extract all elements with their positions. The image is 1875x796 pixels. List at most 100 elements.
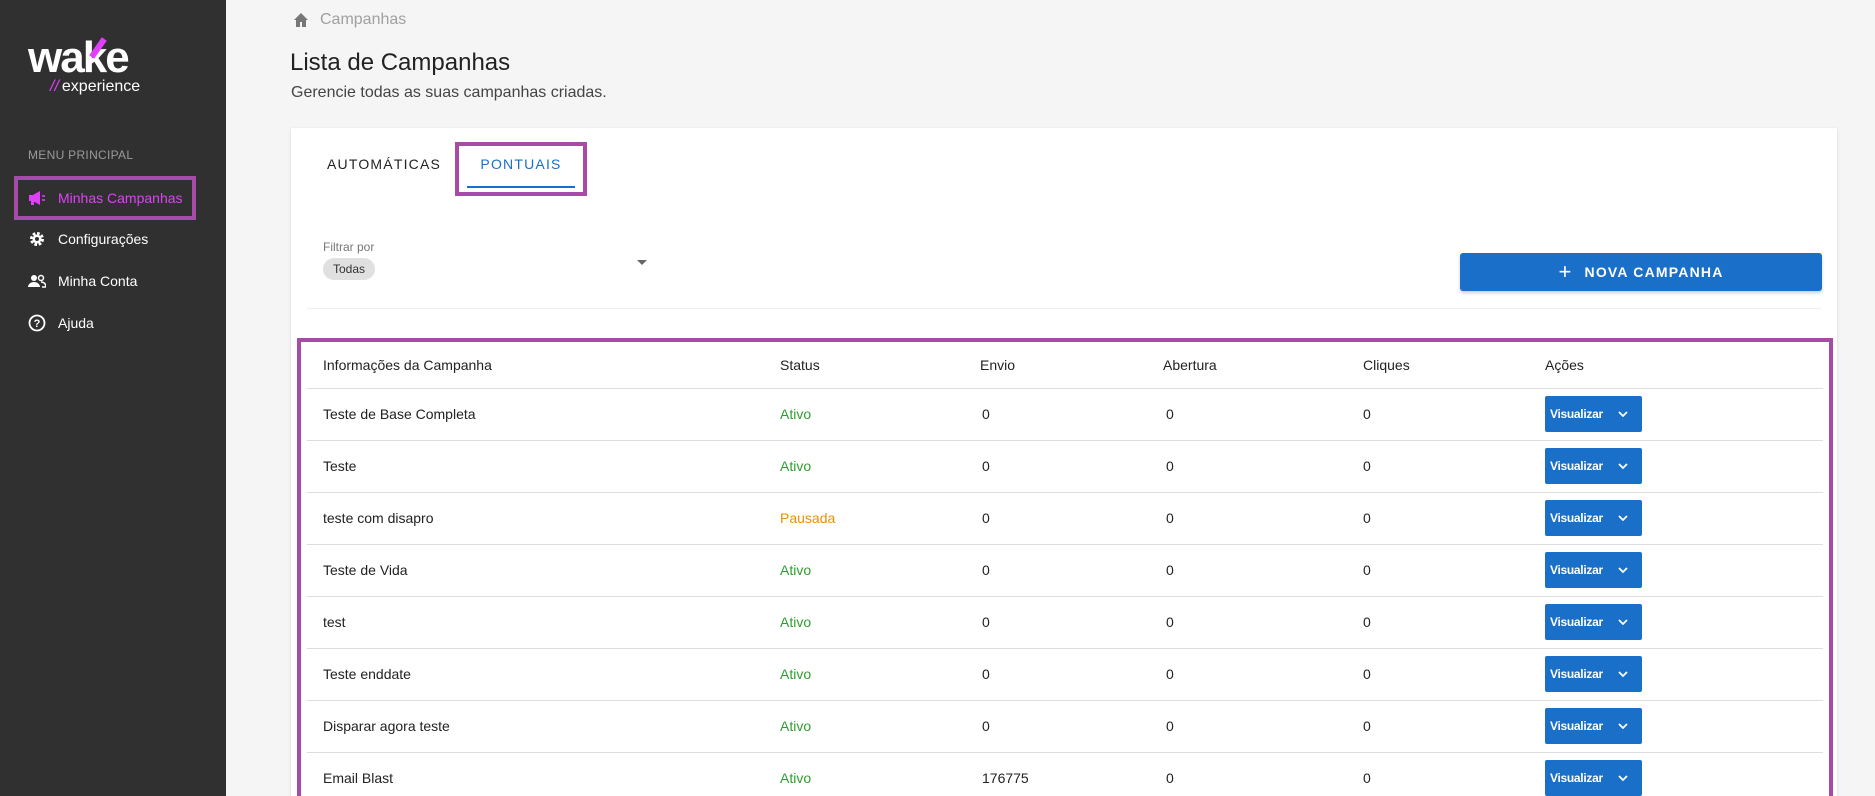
actions-cell: Visualizar (1545, 388, 1823, 441)
sidebar-item-ajuda[interactable]: ? Ajuda (14, 302, 196, 344)
col-header-abertura[interactable]: Abertura (1163, 342, 1363, 389)
campaign-name[interactable]: Disparar agora teste (307, 700, 780, 753)
envio-value: 0 (980, 596, 1163, 649)
chevron-down-icon[interactable] (1617, 512, 1629, 524)
home-icon (292, 11, 310, 29)
chevron-down-icon[interactable] (1617, 668, 1629, 680)
cliques-value: 0 (1363, 388, 1545, 441)
view-button-label: Visualizar (1550, 667, 1603, 681)
actions-cell: Visualizar (1545, 492, 1823, 545)
campaign-name[interactable]: teste com disapro (307, 492, 780, 545)
envio-value: 0 (980, 544, 1163, 597)
campaigns-table-container[interactable]: Informações da Campanha Status Envio Abe… (297, 338, 1833, 796)
table-row: Teste de Vida Ativo 0 0 0 Visualizar (307, 544, 1823, 597)
breadcrumb-label: Campanhas (320, 11, 407, 28)
table-row: Disparar agora teste Ativo 0 0 0 Visualizar (307, 700, 1823, 753)
cliques-value: 0 (1363, 596, 1545, 649)
actions-cell: Visualizar (1545, 596, 1823, 649)
table-row: Teste Ativo 0 0 0 Visualizar (307, 440, 1823, 493)
filter-select[interactable]: Filtrar por Todas (323, 240, 647, 284)
view-button[interactable]: Visualizar (1545, 760, 1642, 796)
col-header-acoes: Ações (1545, 342, 1823, 389)
tab-automaticas[interactable]: AUTOMÁTICAS (315, 148, 455, 190)
sidebar-item-configuracoes[interactable]: Configurações (14, 218, 196, 260)
cliques-value: 0 (1363, 440, 1545, 493)
actions-cell: Visualizar (1545, 752, 1823, 796)
sidebar-item-label: Minha Conta (58, 273, 138, 289)
table-row: Email Blast Ativo 176775 0 0 Visualizar (307, 752, 1823, 796)
view-button[interactable]: Visualizar (1545, 448, 1642, 484)
table-header-row: Informações da Campanha Status Envio Abe… (307, 342, 1823, 389)
breadcrumb[interactable]: Campanhas (292, 11, 406, 29)
envio-value: 0 (980, 388, 1163, 441)
sidebar-item-minhas-campanhas[interactable]: Minhas Campanhas (14, 176, 196, 220)
view-button-label: Visualizar (1550, 771, 1603, 785)
table-row: Teste de Base Completa Ativo 0 0 0 Visualizar (307, 388, 1823, 441)
caret-down-icon[interactable] (637, 260, 647, 265)
abertura-value: 0 (1163, 648, 1363, 701)
abertura-value: 0 (1163, 440, 1363, 493)
campaign-name[interactable]: Teste enddate (307, 648, 780, 701)
abertura-value: 0 (1163, 544, 1363, 597)
sidebar-item-minha-conta[interactable]: Minha Conta (14, 260, 196, 302)
campaign-name[interactable]: Email Blast (307, 752, 780, 796)
tab-pontuais[interactable]: PONTUAIS (455, 142, 587, 196)
status-text: Pausada (780, 492, 980, 545)
status-text: Ativo (780, 596, 980, 649)
sidebar-item-label: Ajuda (58, 315, 94, 331)
envio-value: 0 (980, 648, 1163, 701)
col-header-info[interactable]: Informações da Campanha (307, 342, 780, 389)
chevron-down-icon[interactable] (1617, 408, 1629, 420)
page-title: Lista de Campanhas (290, 49, 511, 76)
status-text: Ativo (780, 388, 980, 441)
people-icon (28, 272, 46, 290)
actions-cell: Visualizar (1545, 544, 1823, 597)
col-header-status[interactable]: Status (780, 342, 980, 389)
chevron-down-icon[interactable] (1617, 772, 1629, 784)
svg-text:?: ? (34, 318, 41, 330)
actions-cell: Visualizar (1545, 440, 1823, 493)
campaign-name[interactable]: Teste de Vida (307, 544, 780, 597)
cliques-value: 0 (1363, 700, 1545, 753)
chevron-down-icon[interactable] (1617, 460, 1629, 472)
chevron-down-icon[interactable] (1617, 616, 1629, 628)
campaign-name[interactable]: Teste (307, 440, 780, 493)
abertura-value: 0 (1163, 388, 1363, 441)
status-text: Ativo (780, 544, 980, 597)
campaign-name[interactable]: test (307, 596, 780, 649)
col-header-cliques[interactable]: Cliques (1363, 342, 1545, 389)
view-button[interactable]: Visualizar (1545, 552, 1642, 588)
chevron-down-icon[interactable] (1617, 564, 1629, 576)
chevron-down-icon[interactable] (1617, 720, 1629, 732)
megaphone-icon (28, 189, 46, 207)
abertura-value: 0 (1163, 752, 1363, 796)
table-row: Teste enddate Ativo 0 0 0 Visualizar (307, 648, 1823, 701)
view-button-label: Visualizar (1550, 719, 1603, 733)
cliques-value: 0 (1363, 544, 1545, 597)
filter-label: Filtrar por (323, 240, 375, 254)
campaigns-card: AUTOMÁTICAS PONTUAIS Filtrar por Todas +… (291, 128, 1837, 796)
sidebar-item-label: Configurações (58, 231, 149, 247)
view-button[interactable]: Visualizar (1545, 656, 1642, 692)
abertura-value: 0 (1163, 700, 1363, 753)
new-campaign-button[interactable]: + NOVA CAMPANHA (1460, 253, 1822, 291)
main-menu: Minhas Campanhas Configurações Minha Con… (14, 176, 196, 344)
view-button[interactable]: Visualizar (1545, 604, 1642, 640)
sidebar: wake //experience MENU PRINCIPAL Minhas … (0, 0, 226, 796)
view-button[interactable]: Visualizar (1545, 708, 1642, 744)
cliques-value: 0 (1363, 492, 1545, 545)
col-header-envio[interactable]: Envio (980, 342, 1163, 389)
status-text: Ativo (780, 752, 980, 796)
view-button-label: Visualizar (1550, 511, 1603, 525)
status-text: Ativo (780, 440, 980, 493)
filter-chip[interactable]: Todas (323, 258, 376, 280)
menu-label: MENU PRINCIPAL (28, 148, 134, 162)
view-button-label: Visualizar (1550, 407, 1603, 421)
campaign-name[interactable]: Teste de Base Completa (307, 388, 780, 441)
plus-icon: + (1558, 259, 1573, 284)
wake-logo[interactable]: wake //experience (28, 36, 158, 96)
view-button[interactable]: Visualizar (1545, 500, 1642, 536)
view-button[interactable]: Visualizar (1545, 396, 1642, 432)
status-text: Ativo (780, 648, 980, 701)
actions-cell: Visualizar (1545, 648, 1823, 701)
